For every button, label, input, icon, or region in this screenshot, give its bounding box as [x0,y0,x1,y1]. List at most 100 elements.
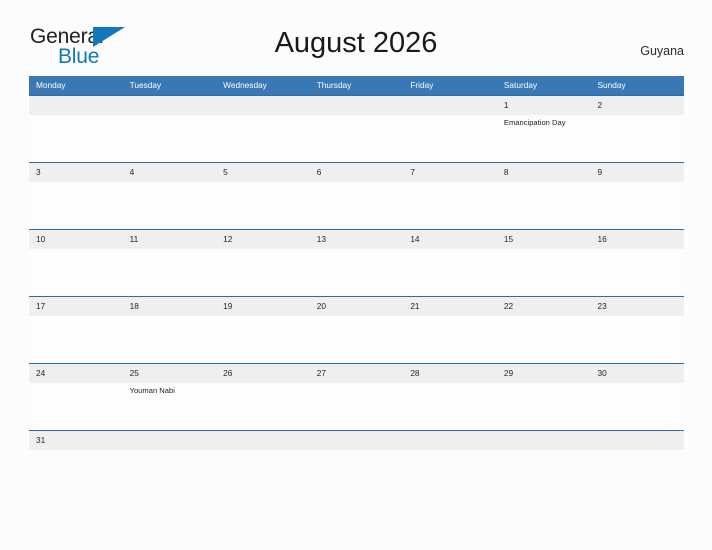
day-number[interactable]: 8 [497,163,591,182]
day-number[interactable]: 10 [29,230,123,249]
day-number-empty [310,96,404,115]
day-number[interactable]: 30 [590,364,684,383]
day-number[interactable]: 1 [497,96,591,115]
day-number-empty [403,431,497,450]
day-number[interactable]: 2 [590,96,684,115]
day-number[interactable]: 25 [123,364,217,383]
weekday-header-row: Monday Tuesday Wednesday Thursday Friday… [29,76,684,95]
day-number[interactable]: 17 [29,297,123,316]
day-number[interactable]: 18 [123,297,217,316]
day-cell-body [310,115,404,161]
day-cell-body [310,383,404,429]
calendar-week-row: 10 11 12 13 14 15 16 [29,229,684,296]
day-number[interactable]: 24 [29,364,123,383]
day-number-empty [123,96,217,115]
day-number[interactable]: 27 [310,364,404,383]
day-cell-body [403,182,497,228]
day-cell-body [590,182,684,228]
day-cell-body [29,316,123,362]
day-cell-body [123,115,217,161]
weekday-friday: Friday [410,80,434,90]
day-cell-body [590,115,684,161]
weekday-wednesday: Wednesday [223,80,267,90]
day-number[interactable]: 5 [216,163,310,182]
day-number[interactable]: 21 [403,297,497,316]
event-band: Emancipation Day [29,115,684,161]
day-cell-body [590,383,684,429]
event-band [29,182,684,228]
day-cell-body [123,249,217,295]
date-number-band: 3456789 [29,163,684,182]
day-cell-body [403,316,497,362]
day-cell-body [216,383,310,429]
day-number[interactable]: 19 [216,297,310,316]
calendar-grid: Monday Tuesday Wednesday Thursday Friday… [29,76,684,451]
day-number[interactable]: 6 [310,163,404,182]
calendar-week-row: 24 25 26 27 28 29 30 Youman Nabi [29,363,684,430]
day-cell-body [123,316,217,362]
day-number[interactable]: 14 [403,230,497,249]
day-cell-body [216,316,310,362]
event-band: Youman Nabi [29,383,684,429]
day-number[interactable]: 11 [123,230,217,249]
calendar-week-row: 17 18 19 20 21 22 23 [29,296,684,363]
day-number-empty [29,96,123,115]
day-number[interactable]: 4 [123,163,217,182]
calendar-page: General Blue August 2026 Guyana Monday T… [0,0,712,550]
weekday-tuesday: Tuesday [129,80,162,90]
day-number[interactable]: 20 [310,297,404,316]
day-cell-body [590,249,684,295]
page-title: August 2026 [274,27,438,59]
day-cell-body [29,249,123,295]
date-number-band: 10 11 12 13 14 15 16 [29,230,684,249]
date-number-band: 31 [29,431,684,450]
day-number-empty [590,431,684,450]
day-number[interactable]: 3 [29,163,123,182]
day-number[interactable]: 9 [590,163,684,182]
day-cell-body [497,182,591,228]
event-band [29,316,684,362]
page-header: General Blue August 2026 Guyana [0,0,712,72]
day-number[interactable]: 29 [497,364,591,383]
weekday-thursday: Thursday [316,80,352,90]
day-cell-body [310,182,404,228]
day-cell-body [310,249,404,295]
day-cell-body [123,182,217,228]
calendar-week-row: 3456789 [29,162,684,229]
day-cell-body [216,182,310,228]
day-cell-body [310,316,404,362]
date-number-band: 12 [29,96,684,115]
day-number-empty [123,431,217,450]
date-number-band: 24 25 26 27 28 29 30 [29,364,684,383]
day-cell-body [29,383,123,429]
day-number[interactable]: 28 [403,364,497,383]
day-cell-body [497,383,591,429]
day-cell-body [216,249,310,295]
event-band [29,249,684,295]
day-cell-body [29,115,123,161]
day-number-empty [216,431,310,450]
day-number[interactable]: 16 [590,230,684,249]
day-number[interactable]: 23 [590,297,684,316]
day-number[interactable]: 22 [497,297,591,316]
day-cell-body [403,383,497,429]
weekday-sunday: Sunday [597,80,626,90]
day-cell-body [29,182,123,228]
day-number[interactable]: 13 [310,230,404,249]
holiday-label: Youman Nabi [129,386,175,395]
day-number[interactable]: 15 [497,230,591,249]
day-cell-body [216,115,310,161]
day-number[interactable]: 7 [403,163,497,182]
day-cell-body [403,249,497,295]
weekday-saturday: Saturday [503,80,538,90]
day-number[interactable]: 26 [216,364,310,383]
day-number[interactable]: 31 [29,431,123,450]
day-number-empty [216,96,310,115]
day-cell-body [497,249,591,295]
day-number-empty [310,431,404,450]
day-cell-body [497,316,591,362]
day-cell-body [590,316,684,362]
calendar-weeks: 1 2 Emancipation Day 3 4 5 6 7 8 9 10 11 12 13 14 15 16 1… [29,95,684,451]
day-number[interactable]: 12 [216,230,310,249]
country-label: Guyana [640,44,684,58]
